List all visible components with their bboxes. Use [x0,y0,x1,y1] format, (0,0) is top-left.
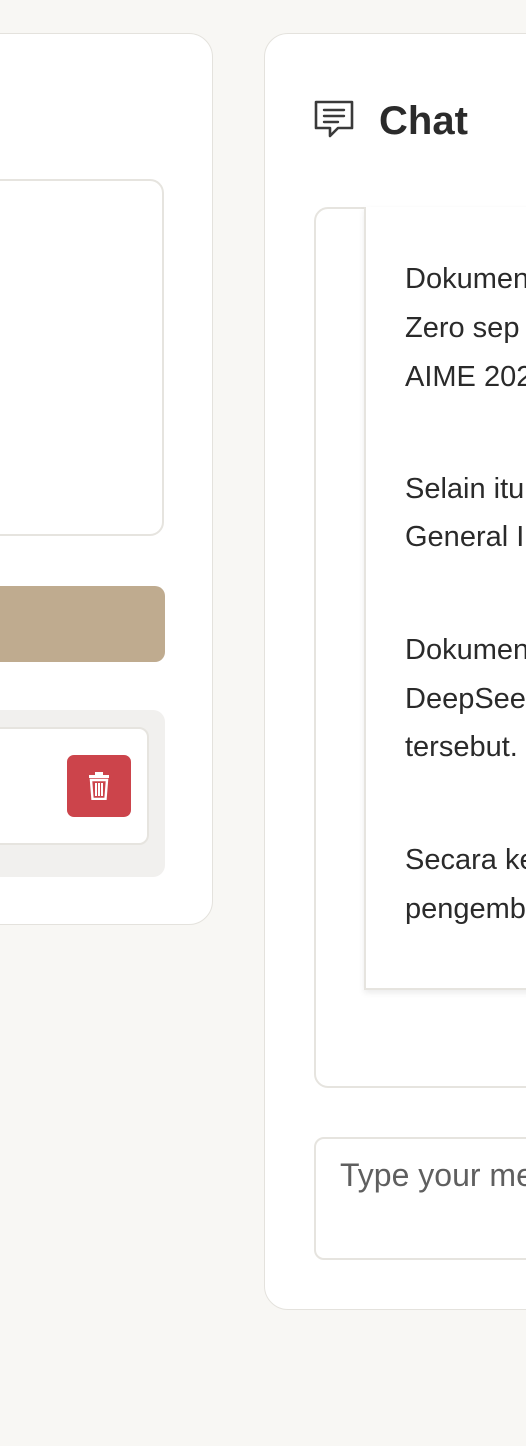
message-line: AIME 202 [405,361,526,393]
upload-button[interactable] [0,586,165,662]
message-line: General I [405,521,525,553]
message-line: pengemb [405,893,526,925]
message-line: Selain itu [405,473,525,505]
message-line: DeepSee [405,683,526,715]
message-line: Zero sep [405,312,520,344]
chat-title: Chat [379,99,468,143]
message-line: tersebut. [405,731,518,763]
trash-icon [89,772,109,800]
chat-bubble-icon [314,100,354,138]
chat-message-input[interactable] [314,1137,526,1260]
message-line: Dokumen [405,263,526,295]
file-upload-dropzone[interactable] [0,179,164,536]
delete-file-button[interactable] [67,755,131,817]
message-line: Secara ke [405,844,526,876]
message-line: Dokumen [405,634,526,666]
